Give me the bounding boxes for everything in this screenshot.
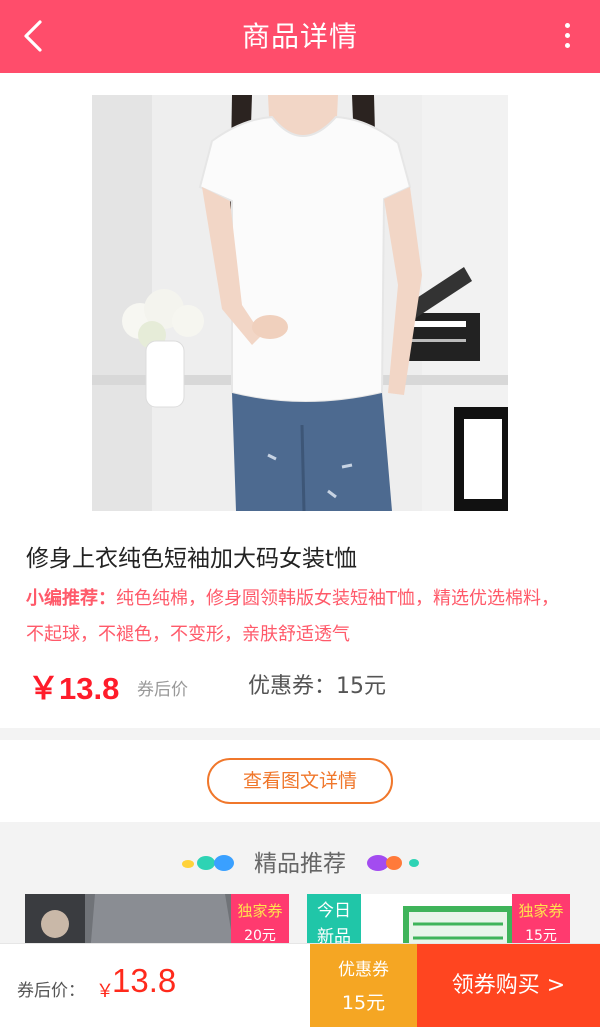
decor-dots-icon — [367, 855, 419, 871]
coupon-amount: 15元 — [341, 992, 386, 1014]
product-photo[interactable] — [92, 95, 508, 511]
page-title: 商品详情 — [241, 20, 358, 53]
bottom-price-label: 券后价： — [17, 981, 85, 1001]
new-tag-line1: 今日 — [317, 901, 351, 921]
detail-section: 查看图文详情 — [0, 740, 600, 822]
badge-bottom: 15元 — [525, 928, 557, 944]
product-title: 修身上衣纯色短袖加大码女装t恤 — [26, 546, 358, 572]
editor-recommendation: 小编推荐：纯色纯棉，修身圆领韩版女装短袖T恤，精选优选棉料，不起球，不褪色，不变… — [26, 581, 576, 653]
coupon-button[interactable]: 优惠券 15元 — [310, 944, 417, 1027]
product-price: ￥13.8 — [28, 671, 120, 706]
view-details-button[interactable]: 查看图文详情 — [207, 758, 393, 804]
bottom-price: 13.8 — [112, 962, 177, 999]
price-row: ￥13.8 券后价 优惠券：15元 — [26, 663, 586, 706]
top-bar: 商品详情 — [0, 0, 600, 73]
get-coupon-buy-button[interactable]: 领券购买 > — [417, 944, 600, 1027]
product-card: 修身上衣纯色短袖加大码女装t恤 小编推荐：纯色纯棉，修身圆领韩版女装短袖T恤，精… — [0, 73, 600, 728]
badge-bottom: 20元 — [244, 928, 276, 944]
badge-top: 独家券 — [237, 902, 283, 920]
price-note: 券后价 — [137, 680, 188, 700]
coupon-value: 优惠券：15元 — [248, 674, 386, 699]
badge-top: 独家券 — [518, 902, 564, 920]
more-vertical-icon[interactable] — [560, 20, 574, 54]
bottom-bar: 券后价： ￥ 13.8 优惠券 15元 领券购买 > — [0, 943, 600, 1027]
section-title: 精品推荐 — [254, 851, 346, 877]
coupon-label: 优惠券 — [338, 960, 389, 980]
recommend-label: 小编推荐： — [26, 588, 116, 609]
